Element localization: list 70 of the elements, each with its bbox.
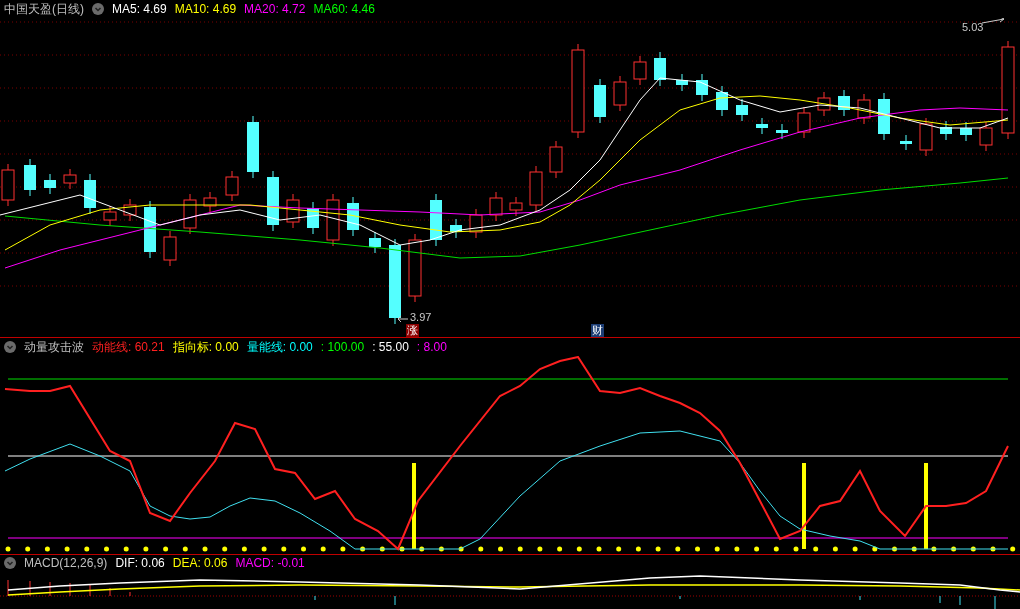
indicator-value: 动能线: 60.21 <box>92 340 165 353</box>
candlestick <box>144 200 156 259</box>
candlestick <box>776 123 788 140</box>
pointer-arrow <box>397 315 409 323</box>
candlestick <box>44 173 56 195</box>
indicator-value: MA5: 4.69 <box>112 3 167 15</box>
candlestick <box>696 73 708 102</box>
indicator-value: : 100.00 <box>320 340 365 353</box>
candlestick <box>654 51 666 87</box>
candlestick <box>736 98 748 122</box>
candlestick <box>594 78 606 124</box>
indicator-value: MACD: -0.01 <box>235 557 305 569</box>
candlestick <box>84 173 96 215</box>
candlestick <box>613 75 627 112</box>
candlestick <box>163 230 177 267</box>
candlestick <box>326 193 340 247</box>
low-price-label: 3.97 <box>410 312 432 323</box>
candlestick <box>797 106 811 139</box>
candlestick <box>900 134 912 151</box>
indicator-value: 量能线: 0.00 <box>246 340 313 353</box>
candlestick <box>857 93 871 125</box>
candlestick <box>878 92 890 141</box>
candlestick <box>103 205 117 227</box>
candlestick <box>489 191 503 222</box>
dropdown-icon[interactable] <box>92 3 104 15</box>
dropdown-icon[interactable] <box>4 557 16 569</box>
candlestick <box>529 165 543 212</box>
candlestick <box>267 170 279 232</box>
candlestick <box>247 115 259 179</box>
candlestick <box>183 193 197 235</box>
candlestick <box>509 196 523 217</box>
candlestick <box>756 117 768 135</box>
high-price-label: 5.03 <box>962 20 984 35</box>
indicator-value: DEA: 0.06 <box>172 557 228 569</box>
candlestick <box>63 168 77 190</box>
indicator-value: : 55.00 <box>372 340 409 353</box>
candlestick <box>307 201 319 235</box>
candlestick <box>203 191 217 213</box>
indicator-value: MA60: 4.46 <box>313 3 375 15</box>
candlestick <box>24 158 36 197</box>
indicator-value: 指向标: 0.00 <box>172 340 239 353</box>
candlestick <box>919 117 933 157</box>
candlestick <box>940 120 952 141</box>
indicator-value: : 8.00 <box>416 340 447 353</box>
dropdown-icon[interactable] <box>4 340 16 353</box>
candlestick <box>369 231 381 254</box>
candlestick <box>347 196 359 237</box>
event-marker[interactable]: 财 <box>591 324 604 337</box>
candlestick <box>408 233 422 303</box>
candlestick <box>123 198 137 222</box>
candlestick <box>225 170 239 202</box>
event-marker[interactable]: 涨 <box>406 324 419 337</box>
panel-title: MACD(12,26,9) <box>24 557 108 569</box>
candlestick <box>716 85 728 117</box>
candlestick <box>450 218 462 239</box>
candlestick <box>633 55 647 86</box>
candlestick <box>286 193 300 229</box>
pointer-arrow <box>981 18 1005 24</box>
indicator-value: DIF: 0.06 <box>115 557 165 569</box>
panel-title: 动量攻击波 <box>24 340 84 353</box>
candlestick <box>676 73 688 92</box>
candlestick <box>979 121 993 152</box>
candlestick <box>960 121 972 142</box>
candlestick <box>838 89 850 117</box>
indicator-value: MA10: 4.69 <box>174 3 237 15</box>
candlestick <box>469 208 483 239</box>
candlestick <box>817 91 831 117</box>
candlestick <box>549 140 563 179</box>
indicator-value: MA20: 4.72 <box>244 3 306 15</box>
panel-title: 中国天盈(日线) <box>4 3 84 15</box>
